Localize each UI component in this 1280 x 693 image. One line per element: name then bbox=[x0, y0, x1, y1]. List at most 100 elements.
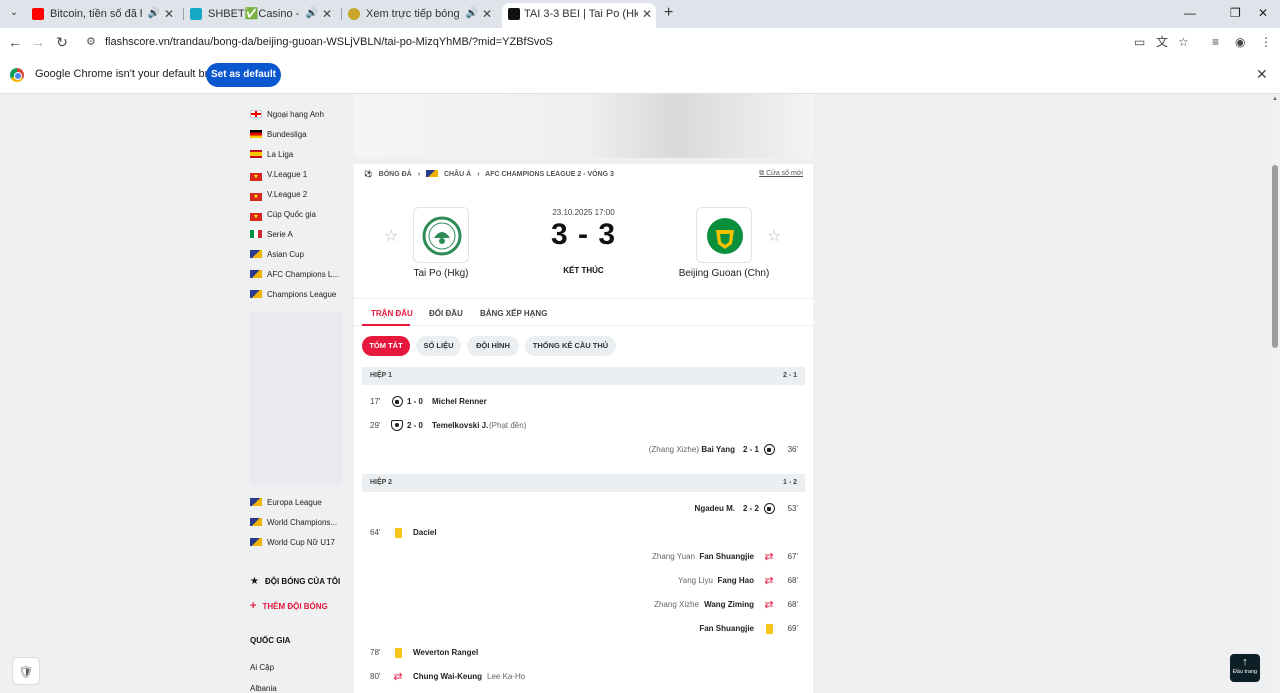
match-card: ⚽ BÓNG ĐÁ › CHÂU Á › AFC CHAMPIONS LEAGU… bbox=[354, 164, 813, 693]
sidebar-item-world-cup-u17[interactable]: World Cup Nữ U17 bbox=[250, 536, 335, 550]
tab-bitcoin[interactable]: Bitcoin, tiền số đã hợp pháp 🔊 ✕ bbox=[32, 3, 178, 25]
breadcrumb-item[interactable]: CHÂU Á bbox=[444, 171, 471, 178]
subtab-lineups[interactable]: ĐỘI HÌNH bbox=[467, 336, 519, 356]
cast-icon[interactable]: ▭ bbox=[1134, 34, 1145, 50]
event-player[interactable]: Michel Renner bbox=[432, 392, 487, 412]
event-row[interactable]: 80' ⇄ Chung Wai-Keung Lee Ka-Ho bbox=[362, 667, 805, 687]
event-row[interactable]: 29' 2 - 0 Temelkovski J. (Phạt đền) bbox=[362, 416, 805, 436]
favorite-away-star-icon[interactable]: ☆ bbox=[767, 226, 781, 246]
country-item[interactable]: Albania bbox=[250, 684, 277, 693]
close-icon[interactable]: ✕ bbox=[482, 3, 492, 25]
event-player[interactable]: Fan Shuangjie bbox=[699, 547, 754, 567]
sidebar-item-europa-league[interactable]: Europa League bbox=[250, 496, 322, 510]
menu-icon[interactable]: ⋮ bbox=[1260, 34, 1272, 50]
restore-button[interactable]: ❐ bbox=[1230, 4, 1241, 22]
close-icon[interactable]: ✕ bbox=[164, 3, 174, 25]
event-player[interactable]: Bai Yang bbox=[701, 440, 735, 460]
audio-icon: 🔊 bbox=[465, 8, 478, 19]
event-row[interactable]: Fan Shuangjie 69' bbox=[362, 619, 805, 639]
add-team-button[interactable]: + THÊM ĐỘI BÓNG bbox=[250, 600, 328, 612]
close-window-button[interactable]: ✕ bbox=[1258, 4, 1268, 22]
event-player[interactable]: Chung Wai-Keung bbox=[413, 667, 482, 687]
favorite-home-star-icon[interactable]: ☆ bbox=[384, 226, 398, 246]
minimize-button[interactable]: — bbox=[1184, 4, 1196, 22]
tab-standings[interactable]: BẢNG XẾP HẠNG bbox=[480, 309, 547, 318]
home-team-name[interactable]: Tai Po (Hkg) bbox=[371, 268, 511, 279]
tab-search-icon[interactable]: ⌄ bbox=[6, 5, 22, 21]
sidebar-item-vleague-2[interactable]: ★ V.League 2 bbox=[250, 188, 307, 202]
subtab-player-stats[interactable]: THỐNG KÊ CẦU THỦ bbox=[525, 336, 616, 356]
sidebar-item-premier-league[interactable]: Ngoại hạng Anh bbox=[250, 108, 324, 122]
half-header: HIỆP 2 1 - 2 bbox=[362, 474, 805, 492]
set-default-button[interactable]: Set as default bbox=[206, 63, 281, 87]
tab-live-stream[interactable]: Xem trực tiếp bóng đá Con 🔊 ✕ bbox=[348, 3, 496, 25]
privacy-shield-button[interactable]: 🛡 bbox=[12, 657, 40, 685]
translate-icon[interactable]: 文 bbox=[1156, 34, 1168, 50]
scrollbar-thumb[interactable] bbox=[1272, 165, 1278, 348]
breadcrumb-item[interactable]: AFC CHAMPIONS LEAGUE 2 - VÒNG 3 bbox=[485, 171, 614, 178]
media-controls-icon[interactable]: ≡ bbox=[1212, 34, 1219, 50]
sidebar-item-bundesliga[interactable]: Bundesliga bbox=[250, 128, 307, 142]
event-score: 2 - 2 bbox=[742, 504, 759, 513]
new-tab-button[interactable]: + bbox=[664, 3, 673, 23]
sidebar-item-la-liga[interactable]: La Liga bbox=[250, 148, 293, 162]
forward-icon[interactable]: → bbox=[28, 32, 48, 52]
event-player[interactable]: Weverton Rangel bbox=[413, 643, 478, 663]
tab-shbet[interactable]: SHBET✅Casino - Nổ Hũ - Bắn 🔊 ✕ bbox=[190, 3, 336, 25]
event-row[interactable]: 17' 1 - 0 Michel Renner bbox=[362, 392, 805, 412]
event-player[interactable]: Fang Hao bbox=[718, 571, 754, 591]
profile-icon[interactable]: ◉ bbox=[1235, 34, 1245, 50]
sidebar-item-afc-champions[interactable]: AFC Champions L... bbox=[250, 268, 339, 282]
sidebar-item-vietnam-cup[interactable]: ★ Cúp Quốc gia bbox=[250, 208, 316, 222]
event-row[interactable]: Yang Liyu Fang Hao ⇄ 68' bbox=[362, 571, 805, 591]
tab-match[interactable]: TRẬN ĐẤU bbox=[371, 309, 413, 318]
event-player[interactable]: Fan Shuangjie bbox=[699, 619, 754, 639]
new-window-link[interactable]: ⧉ Cửa sổ mới bbox=[759, 170, 803, 178]
close-icon[interactable]: ✕ bbox=[322, 3, 332, 25]
event-row[interactable]: 78' Weverton Rangel bbox=[362, 643, 805, 663]
sidebar-item-label: Bundesliga bbox=[267, 130, 307, 139]
tab-flashscore[interactable]: TAI 3-3 BEI | Tai Po (Hkg) v Beij ✕ bbox=[502, 3, 656, 28]
event-player[interactable]: Wang Ziming bbox=[704, 595, 754, 615]
url-text[interactable]: flashscore.vn/trandau/bong-da/beijing-gu… bbox=[105, 31, 553, 53]
world-flag-icon bbox=[250, 538, 262, 546]
event-minute: 78' bbox=[370, 648, 381, 657]
tab-head-to-head[interactable]: ĐỐI ĐẦU bbox=[429, 309, 463, 318]
chrome-icon bbox=[10, 68, 24, 82]
germany-flag-icon bbox=[250, 130, 262, 138]
breadcrumb-item[interactable]: BÓNG ĐÁ bbox=[379, 171, 412, 178]
back-to-top-button[interactable]: ↑ Đầu trang bbox=[1230, 654, 1260, 682]
event-player[interactable]: Daciel bbox=[413, 523, 437, 543]
subtab-stats[interactable]: SỐ LIỆU bbox=[416, 336, 461, 356]
close-icon[interactable]: ✕ bbox=[1256, 66, 1268, 83]
spain-flag-icon bbox=[250, 150, 262, 158]
sidebar-item-champions-league[interactable]: Champions League bbox=[250, 288, 336, 302]
event-minute: 64' bbox=[370, 528, 381, 537]
event-row[interactable]: (Zhang Xizhe) Bai Yang 2 - 1 36' bbox=[362, 440, 805, 460]
scroll-up-icon[interactable]: ▲ bbox=[1272, 96, 1278, 102]
subtab-summary[interactable]: TÓM TẮT bbox=[362, 336, 410, 356]
event-row[interactable]: 64' Daciel bbox=[362, 523, 805, 543]
event-row[interactable]: Zhang Xizhe Wang Ziming ⇄ 68' bbox=[362, 595, 805, 615]
country-item[interactable]: Ai Cập bbox=[250, 663, 274, 672]
event-player[interactable]: Temelkovski J. bbox=[432, 416, 488, 436]
event-score: 2 - 1 bbox=[742, 445, 759, 454]
away-team-logo[interactable] bbox=[696, 207, 752, 263]
sidebar-item-world-champions[interactable]: World Champions... bbox=[250, 516, 337, 530]
home-team-logo[interactable] bbox=[413, 207, 469, 263]
sidebar-item-vleague-1[interactable]: ★ V.League 1 bbox=[250, 168, 307, 182]
bookmark-star-icon[interactable]: ☆ bbox=[1178, 34, 1189, 50]
site-info-icon[interactable]: ⚙ bbox=[86, 35, 96, 48]
address-bar[interactable]: ⚙ flashscore.vn/trandau/bong-da/beijing-… bbox=[78, 31, 1198, 53]
reload-icon[interactable]: ↻ bbox=[52, 32, 72, 52]
back-icon[interactable]: ← bbox=[5, 32, 25, 52]
away-team-name[interactable]: Beijing Guoan (Chn) bbox=[654, 268, 794, 279]
sidebar-item-asian-cup[interactable]: Asian Cup bbox=[250, 248, 304, 262]
event-player[interactable]: Ngadeu M. bbox=[695, 499, 735, 519]
goal-icon bbox=[761, 501, 777, 517]
event-row[interactable]: Zhang Yuan Fan Shuangjie ⇄ 67' bbox=[362, 547, 805, 567]
shbet-icon bbox=[190, 8, 202, 20]
close-icon[interactable]: ✕ bbox=[642, 3, 652, 25]
sidebar-item-serie-a[interactable]: Serie A bbox=[250, 228, 293, 242]
event-row[interactable]: Ngadeu M. 2 - 2 53' bbox=[362, 499, 805, 519]
